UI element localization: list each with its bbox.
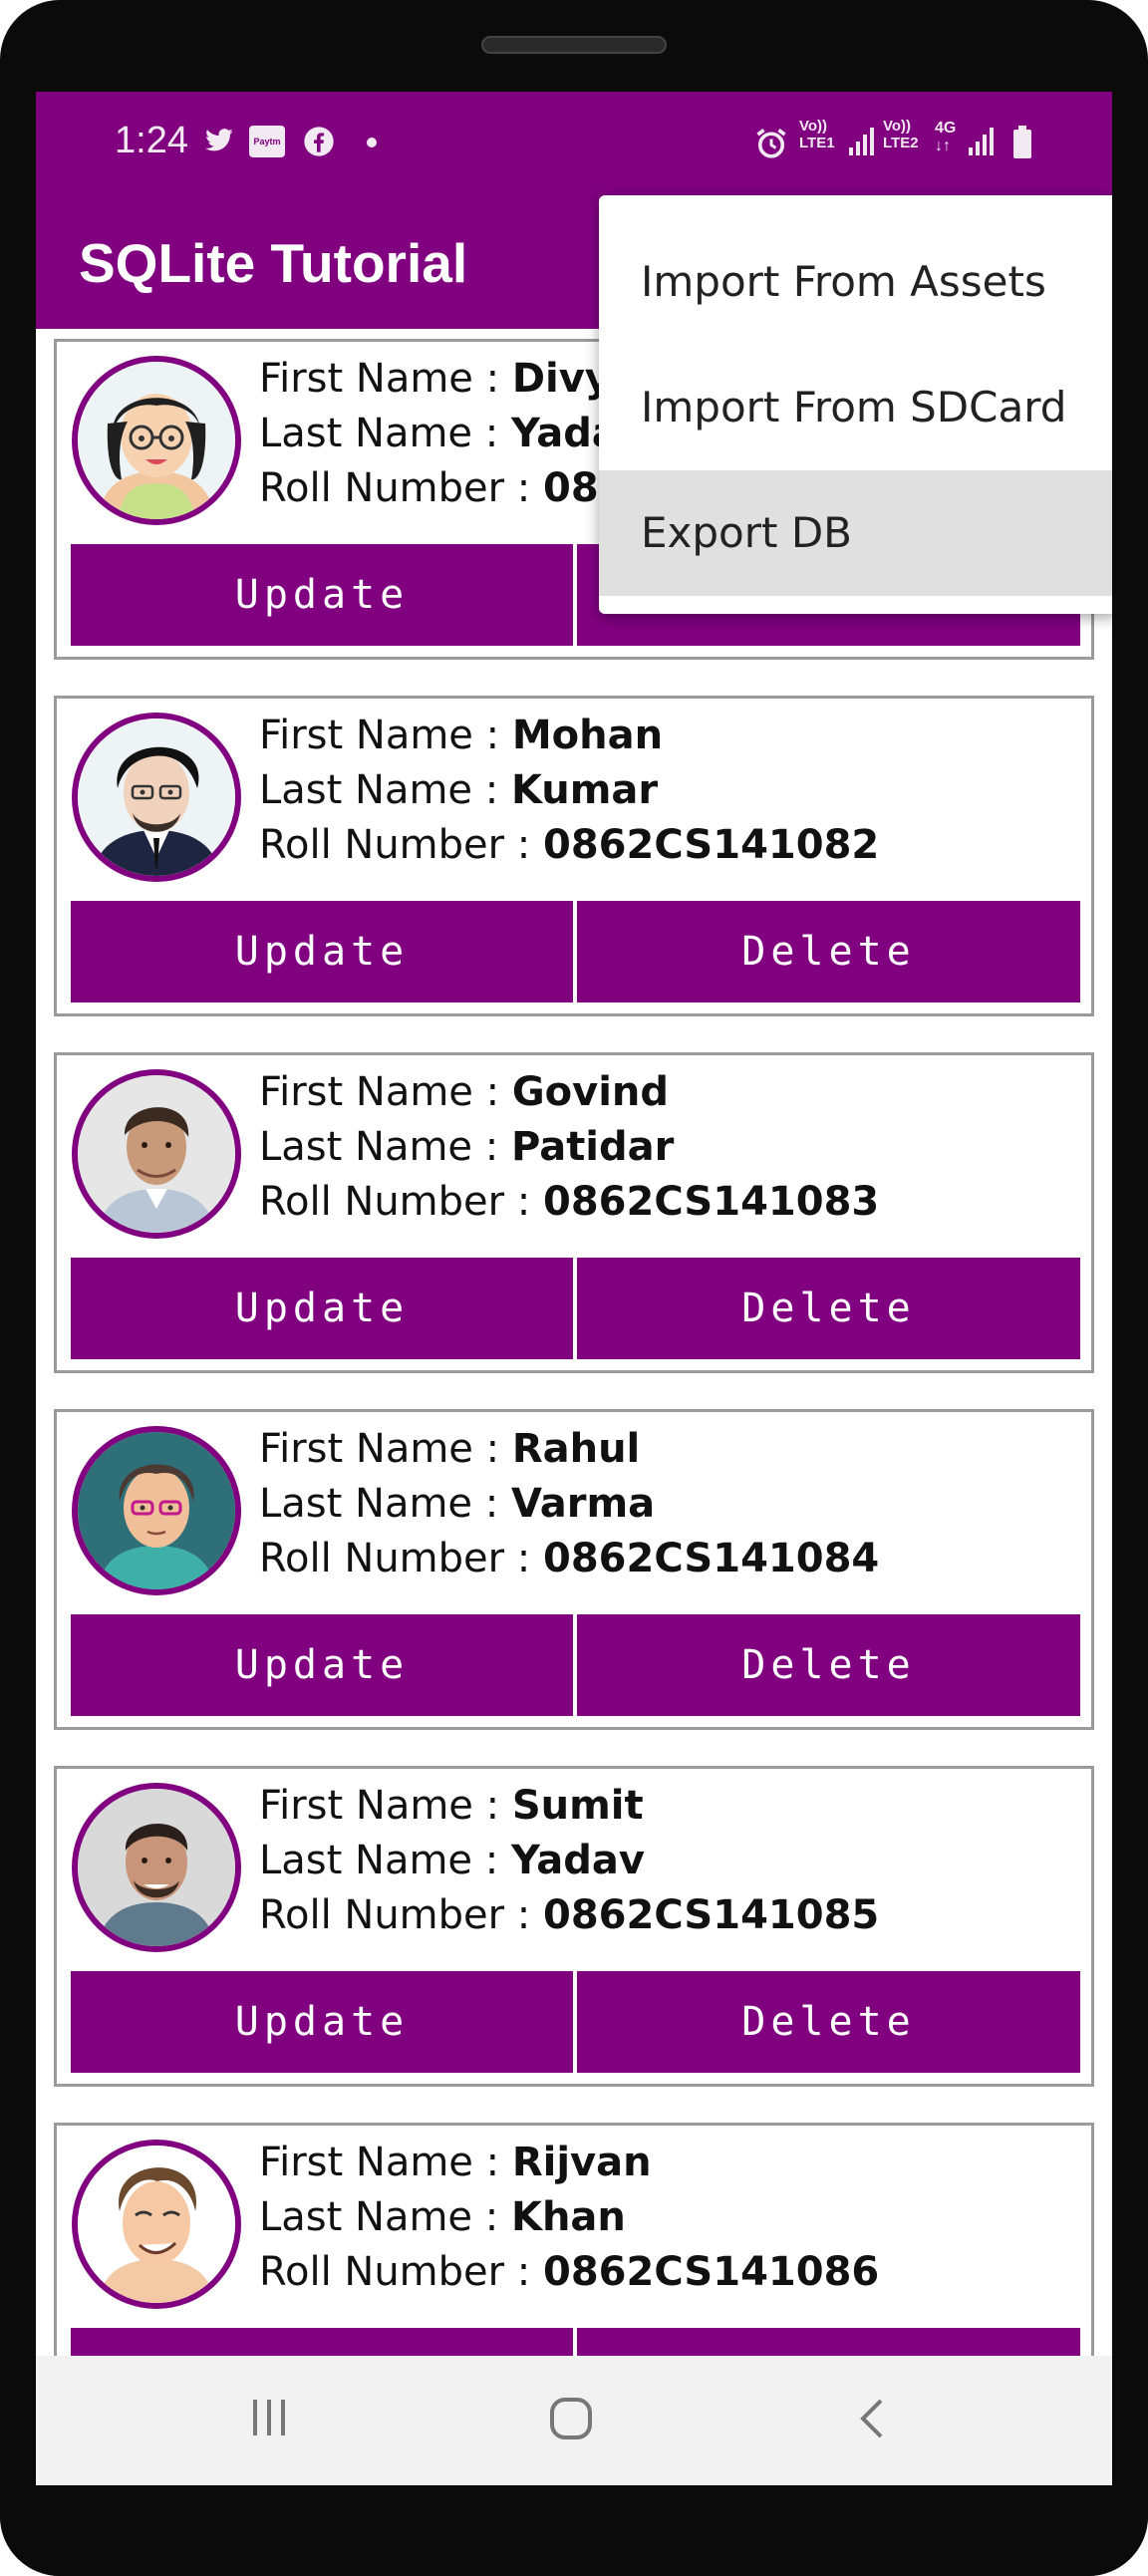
roll-number-row: Roll Number : 0862CS141086 (259, 2249, 880, 2295)
student-info: First Name : Mohan Last Name : Kumar Rol… (259, 709, 1086, 873)
status-time: 1:24 (115, 120, 188, 161)
student-info: First Name : Rijvan Last Name : Khan Rol… (259, 2136, 1086, 2300)
first-name-value: Divy (511, 356, 611, 402)
menu-item-export-db[interactable]: Export DB (599, 470, 1112, 596)
first-name-row: First Name : Mohan (259, 713, 664, 758)
signal-icon-2 (967, 126, 997, 159)
delete-button[interactable]: Delete (577, 901, 1080, 1002)
signal-icon (847, 126, 877, 159)
update-button[interactable]: Update (71, 2328, 573, 2356)
roll-number-value: 08 (543, 465, 599, 511)
student-card: First Name : Rahul Last Name : Varma Rol… (54, 1409, 1094, 1730)
update-button[interactable]: Update (71, 1971, 573, 2073)
battery-icon (1012, 126, 1032, 159)
paytm-icon: Paytm (249, 126, 285, 159)
first-name-row: First Name : Sumit (259, 1783, 644, 1829)
last-name-value: Yadav (510, 1838, 645, 1883)
avatar (72, 1069, 241, 1239)
student-card: First Name : Sumit Last Name : Yadav Rol… (54, 1766, 1094, 2087)
last-name-row: Last Name : Kumar (259, 767, 659, 813)
last-name-value: Kumar (510, 767, 659, 813)
last-name-row: Last Name : Patidar (259, 1124, 675, 1170)
data-arrows-icon: ↓↑ (935, 138, 951, 154)
first-name-row: First Name : Rahul (259, 1426, 641, 1472)
roll-number-value: 0862CS141082 (543, 822, 880, 868)
app-title: SQLite Tutorial (79, 232, 468, 294)
avatar (72, 713, 241, 882)
avatar (72, 1783, 241, 1952)
avatar (72, 1426, 241, 1595)
menu-item-import-from-assets[interactable]: Import From Assets (599, 219, 1112, 345)
dot-icon (365, 126, 379, 159)
last-name-value: Khan (510, 2194, 626, 2240)
volte-lte2-icon: Vo)) LTE2 (883, 118, 919, 151)
last-name-row: Last Name : Yadav (259, 1838, 645, 1883)
phone-chin (0, 2485, 1148, 2576)
student-info: First Name : Govind Last Name : Patidar … (259, 1065, 1086, 1230)
first-name-value: Rijvan (511, 2140, 652, 2185)
student-card: First Name : Govind Last Name : Patidar … (54, 1052, 1094, 1373)
roll-number-value: 0862CS141085 (543, 1892, 880, 1938)
student-info: First Name : Rahul Last Name : Varma Rol… (259, 1422, 1086, 1586)
update-button[interactable]: Update (71, 1614, 573, 1716)
roll-number-row: Roll Number : 0862CS141084 (259, 1536, 880, 1581)
overflow-menu: Import From Assets Import From SDCard Ex… (599, 195, 1112, 614)
last-name-row: Last Name : Khan (259, 2194, 626, 2240)
back-icon[interactable] (853, 2396, 893, 2446)
update-button[interactable]: Update (71, 544, 573, 646)
twitter-icon (202, 126, 236, 159)
alarm-icon (753, 126, 789, 159)
update-button[interactable]: Update (71, 1258, 573, 1359)
student-info: First Name : Sumit Last Name : Yadav Rol… (259, 1779, 1086, 1943)
delete-button[interactable]: Delete (577, 1258, 1080, 1359)
volte-lte1-icon: Vo)) LTE1 (799, 118, 835, 151)
delete-button[interactable]: Delete (577, 2328, 1080, 2356)
student-list[interactable]: First Name : Divy Last Name : Yada Roll … (36, 329, 1112, 2356)
first-name-value: Sumit (511, 1783, 644, 1829)
first-name-value: Govind (511, 1069, 670, 1115)
roll-number-row: Roll Number : 0862CS141083 (259, 1179, 880, 1225)
first-name-row: First Name : Rijvan (259, 2140, 652, 2185)
menu-item-import-from-sdcard[interactable]: Import From SDCard (599, 345, 1112, 470)
first-name-row: First Name : Govind (259, 1069, 670, 1115)
delete-button[interactable]: Delete (577, 1614, 1080, 1716)
avatar (72, 2140, 241, 2309)
facebook-icon (303, 126, 335, 159)
home-icon[interactable] (548, 2396, 594, 2446)
recents-icon[interactable] (247, 2396, 291, 2444)
roll-number-row: Roll Number : 0862CS141085 (259, 1892, 880, 1938)
status-bar: 1:24 Paytm Vo)) LTE1 Vo)) LTE2 4G ↓↑ (36, 92, 1112, 201)
last-name-value: Varma (510, 1481, 656, 1527)
last-name-row: Last Name : Varma (259, 1481, 656, 1527)
roll-number-value: 0862CS141084 (543, 1536, 880, 1581)
first-name-value: Rahul (511, 1426, 641, 1472)
screen: 1:24 Paytm Vo)) LTE1 Vo)) LTE2 4G ↓↑ SQL… (36, 92, 1112, 2485)
first-name-value: Mohan (511, 713, 664, 758)
phone-frame: 1:24 Paytm Vo)) LTE1 Vo)) LTE2 4G ↓↑ SQL… (0, 0, 1148, 2576)
student-card: First Name : Rijvan Last Name : Khan Rol… (54, 2123, 1094, 2356)
navigation-bar (36, 2356, 1112, 2485)
student-card: First Name : Mohan Last Name : Kumar Rol… (54, 696, 1094, 1016)
roll-number-value: 0862CS141083 (543, 1179, 880, 1225)
avatar (72, 356, 241, 525)
last-name-value: Patidar (510, 1124, 675, 1170)
update-button[interactable]: Update (71, 901, 573, 1002)
roll-number-value: 0862CS141086 (543, 2249, 880, 2295)
delete-button[interactable]: Delete (577, 1971, 1080, 2073)
speaker-grille (481, 36, 667, 54)
roll-number-row: Roll Number : 0862CS141082 (259, 822, 880, 868)
4g-icon: 4G ↓↑ (935, 120, 957, 154)
